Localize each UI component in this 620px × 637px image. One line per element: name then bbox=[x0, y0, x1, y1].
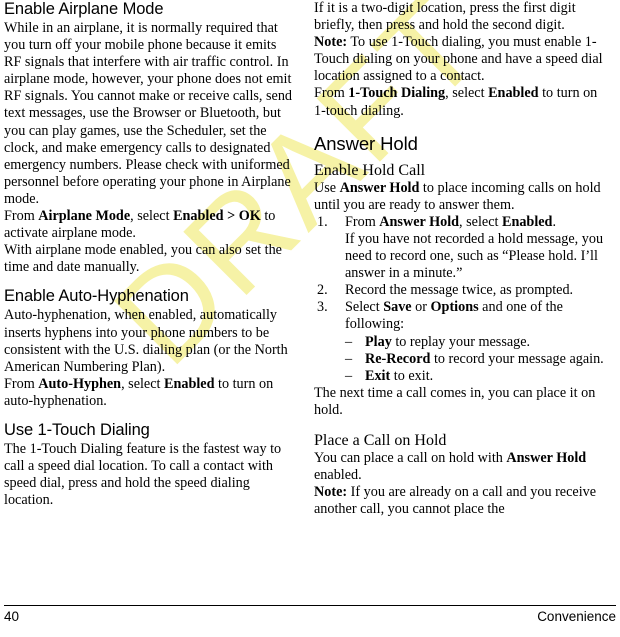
hyphen-activate-prefix: From bbox=[4, 375, 39, 392]
note-text-onetouch: To use 1-Touch dialing, you must enable … bbox=[314, 34, 603, 85]
paragraph-answer-hold-intro: Use Answer Hold to place incoming calls … bbox=[314, 180, 606, 214]
onetouch-menu-name: 1-Touch Dialing bbox=[348, 85, 446, 102]
paragraph-airplane-time-date: With airplane mode enabled, you can also… bbox=[4, 242, 282, 276]
onetouch-enable-prefix: From bbox=[314, 85, 349, 102]
sub-option-exit-text: to exit. bbox=[390, 367, 434, 384]
paragraph-place-call-on-hold: You can place a call on hold with Answer… bbox=[314, 450, 606, 484]
footer-divider bbox=[4, 605, 616, 606]
sub-option-play-label: Play bbox=[365, 333, 392, 350]
place-hold-prefix: You can place a call on hold with bbox=[314, 449, 507, 466]
step-1-option-value: Enabled bbox=[501, 213, 553, 230]
hyphen-menu-name: Auto-Hyphen bbox=[38, 375, 122, 392]
note-text-place-hold: If you are already on a call and you rec… bbox=[314, 484, 597, 518]
airplane-option-value: Enabled > OK bbox=[173, 208, 261, 225]
sub-option-rerecord-text: to record your message again. bbox=[430, 350, 604, 367]
onetouch-option-value: Enabled bbox=[488, 85, 539, 102]
left-column: Enable Airplane Mode While in an airplan… bbox=[4, 0, 296, 509]
sub-option-item: Play to replay your message. bbox=[345, 334, 606, 351]
sub-option-play-text: to replay your message. bbox=[391, 333, 531, 350]
paragraph-note-onetouch: Note: To use 1-Touch dialing, you must e… bbox=[314, 34, 606, 85]
answer-hold-intro-prefix: Use bbox=[314, 179, 340, 196]
subheading-enable-hold-call: Enable Hold Call bbox=[314, 161, 426, 179]
step-1-prefix: From bbox=[345, 213, 380, 230]
heading-enable-airplane-mode: Enable Airplane Mode bbox=[4, 0, 164, 18]
manual-page: DRAFT Enable Airplane Mode While in an a… bbox=[0, 0, 620, 637]
sub-option-item: Re-Record to record your message again. bbox=[345, 351, 606, 368]
paragraph-onetouch-enable: From 1-Touch Dialing, select Enabled to … bbox=[314, 85, 606, 119]
paragraph-airplane-activate: From Airplane Mode, select Enabled > OK … bbox=[4, 208, 296, 242]
paragraph-note-place-hold: Note: If you are already on a call and y… bbox=[314, 484, 606, 518]
step-1-suffix: . bbox=[552, 213, 556, 230]
step-3-option-options: Options bbox=[430, 299, 479, 316]
step-item: From Answer Hold, select Enabled. If you… bbox=[314, 214, 606, 282]
page-number: 40 bbox=[4, 609, 20, 624]
heading-answer-hold: Answer Hold bbox=[314, 132, 418, 154]
footer-row: 40 Convenience bbox=[4, 609, 616, 625]
paragraph-hyphenation-activate: From Auto-Hyphen, select Enabled to turn… bbox=[4, 376, 296, 410]
answer-hold-steps-list: From Answer Hold, select Enabled. If you… bbox=[314, 214, 606, 334]
heading-enable-auto-hyphenation: Enable Auto-Hyphenation bbox=[4, 287, 189, 306]
sub-option-item: Exit to exit. bbox=[345, 368, 606, 385]
paragraph-onetouch-two-digit: If it is a two-digit location, press the… bbox=[314, 0, 576, 34]
step-1-continuation: If you have not recorded a hold message,… bbox=[345, 230, 604, 282]
answer-hold-feature-name: Answer Hold bbox=[339, 179, 420, 196]
onetouch-enable-mid: , select bbox=[445, 85, 489, 102]
paragraph-onetouch-description: The 1-Touch Dialing feature is the faste… bbox=[4, 440, 282, 509]
step-item: Select Save or Options and one of the fo… bbox=[314, 299, 606, 333]
step-2-text: Record the message twice, as prompted. bbox=[345, 282, 574, 299]
step-item: Record the message twice, as prompted. bbox=[314, 282, 606, 299]
sub-option-exit-label: Exit bbox=[365, 367, 391, 384]
note-label-onetouch: Note: bbox=[314, 34, 348, 51]
answer-hold-suboptions-list: Play to replay your message. Re-Record t… bbox=[345, 334, 606, 385]
step-1-mid: , select bbox=[459, 213, 502, 230]
step-3-option-save: Save bbox=[383, 299, 412, 316]
place-hold-feature-name: Answer Hold bbox=[506, 449, 587, 466]
step-3-prefix: Select bbox=[345, 299, 384, 316]
paragraph-after-steps: The next time a call comes in, you can p… bbox=[314, 384, 596, 418]
airplane-activate-prefix: From bbox=[4, 208, 39, 225]
page-columns: Enable Airplane Mode While in an airplan… bbox=[0, 0, 620, 600]
page-footer: 40 Convenience bbox=[4, 605, 616, 625]
subheading-place-a-call-on-hold: Place a Call on Hold bbox=[314, 431, 447, 449]
paragraph-hyphenation-description: Auto-hyphenation, when enabled, automati… bbox=[4, 307, 288, 375]
answer-hold-suboptions-wrapper: Play to replay your message. Re-Record t… bbox=[314, 334, 606, 385]
airplane-menu-name: Airplane Mode bbox=[38, 208, 131, 225]
note-label-place-hold: Note: bbox=[314, 484, 348, 501]
airplane-description-text: While in an airplane, it is normally req… bbox=[4, 20, 293, 207]
airplane-activate-mid: , select bbox=[130, 208, 174, 225]
paragraph-airplane-description: While in an airplane, it is normally req… bbox=[4, 20, 296, 208]
hyphen-activate-mid: , select bbox=[121, 375, 165, 392]
hyphen-option-value: Enabled bbox=[164, 375, 215, 392]
step-3-mid: or bbox=[411, 299, 431, 316]
place-hold-suffix: enabled. bbox=[314, 467, 362, 484]
sub-option-rerecord-label: Re-Record bbox=[365, 350, 431, 367]
footer-section-label: Convenience bbox=[537, 609, 616, 624]
right-column: If it is a two-digit location, press the… bbox=[314, 0, 606, 518]
heading-use-1-touch-dialing: Use 1-Touch Dialing bbox=[4, 420, 150, 439]
step-1-menu-name: Answer Hold bbox=[379, 213, 460, 230]
